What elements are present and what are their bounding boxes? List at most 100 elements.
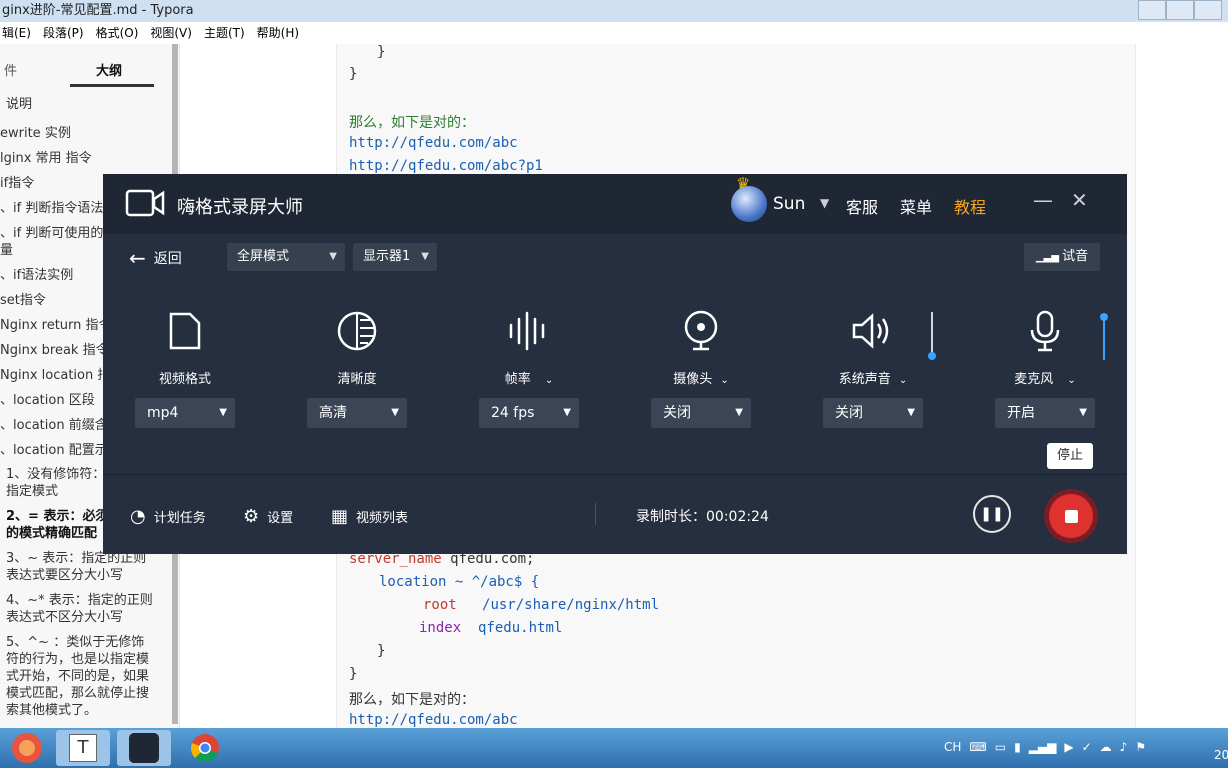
avatar[interactable] bbox=[731, 186, 767, 222]
outline-item[interactable]: 说明 bbox=[6, 96, 156, 113]
outline-item[interactable]: Nginx return 指令 bbox=[0, 314, 112, 333]
system-volume-slider[interactable] bbox=[931, 312, 933, 356]
camera-select[interactable]: 关闭 ▼ bbox=[651, 398, 751, 428]
recorder-title: 嗨格式录屏大师 bbox=[177, 197, 303, 218]
paragraph: 那么，如下是对的： bbox=[349, 692, 475, 708]
clarity-select[interactable]: 高清 ▼ bbox=[307, 398, 407, 428]
video-list-button[interactable]: ▦ 视频列表 bbox=[331, 506, 408, 527]
keyboard-icon[interactable]: ⌨ bbox=[969, 740, 986, 754]
chevron-down-icon[interactable]: ▼ bbox=[820, 196, 829, 210]
outline-item[interactable]: 量 bbox=[0, 239, 13, 258]
username[interactable]: Sun bbox=[773, 194, 805, 214]
tab-files[interactable]: 件 bbox=[4, 60, 17, 79]
shield-icon[interactable]: ✓ bbox=[1082, 740, 1092, 754]
speaker-tray-icon[interactable]: ♪ bbox=[1120, 740, 1128, 754]
system-sound-select[interactable]: 关闭 ▼ bbox=[823, 398, 923, 428]
feature-microphone[interactable]: 麦克风 ⌄ bbox=[990, 308, 1100, 387]
outline-item[interactable]: set指令 bbox=[0, 289, 46, 308]
outline-item[interactable]: 、if 判断可使用的 bbox=[0, 222, 103, 241]
outline-item[interactable]: 5、^~ ：类似于无修饰符的行为，也是以指定模式开始，不同的是，如果模式匹配，那… bbox=[6, 634, 156, 719]
flag-icon[interactable]: ⚑ bbox=[1135, 740, 1146, 754]
tab-outline[interactable]: 大纲 bbox=[96, 60, 122, 79]
code-line: } bbox=[377, 643, 386, 659]
feature-video-format[interactable]: 视频格式 bbox=[130, 308, 240, 387]
feature-camera[interactable]: 摄像头 ⌄ bbox=[646, 308, 756, 387]
code-line: location ~ ^/abc$ { bbox=[379, 574, 540, 590]
outline-item[interactable]: 、if 判断指令语法 bbox=[0, 197, 103, 216]
taskbar-typora[interactable]: T bbox=[56, 730, 110, 766]
outline-item[interactable]: Nginx break 指令 bbox=[0, 339, 109, 358]
taskbar-chrome[interactable] bbox=[178, 730, 232, 766]
menu-help[interactable]: 帮助(H) bbox=[257, 22, 299, 44]
start-orb-icon bbox=[12, 733, 42, 763]
back-button[interactable]: ← 返回 bbox=[129, 246, 182, 270]
active-tab-indicator bbox=[70, 84, 154, 87]
outline-item[interactable]: 、if语法实例 bbox=[0, 264, 73, 283]
framerate-select[interactable]: 24 fps ▼ bbox=[479, 398, 579, 428]
start-button[interactable] bbox=[0, 730, 54, 766]
feature-label: 帧率 ⌄ bbox=[504, 372, 554, 387]
menu-view[interactable]: 视图(V) bbox=[150, 22, 192, 44]
stop-button[interactable] bbox=[1044, 489, 1098, 543]
play-icon[interactable]: ▶ bbox=[1064, 740, 1073, 754]
settings-button[interactable]: ⚙ 设置 bbox=[243, 506, 293, 527]
video-format-select[interactable]: mp4 ▼ bbox=[135, 398, 235, 428]
code-value: qfedu.html bbox=[478, 620, 563, 636]
display-select[interactable]: 显示器1 ▼ bbox=[353, 243, 437, 271]
feature-label: 系统声音 ⌄ bbox=[838, 372, 908, 387]
outline-item[interactable]: if指令 bbox=[0, 172, 34, 191]
input-method[interactable]: CH bbox=[944, 740, 961, 754]
chevron-down-icon: ▼ bbox=[907, 407, 915, 418]
minimize-icon[interactable]: — bbox=[1033, 188, 1053, 212]
chevron-down-icon: ▼ bbox=[329, 251, 337, 262]
network-icon[interactable]: ▮ bbox=[1014, 740, 1021, 754]
mode-value: 全屏模式 bbox=[237, 249, 290, 264]
outline-item[interactable]: 、location 前缀含 bbox=[0, 414, 108, 433]
outline-item[interactable]: 、location 配置示 bbox=[0, 439, 108, 458]
menu-theme[interactable]: 主题(T) bbox=[204, 22, 245, 44]
menu-format[interactable]: 格式(O) bbox=[96, 22, 139, 44]
mode-select[interactable]: 全屏模式 ▼ bbox=[227, 243, 345, 271]
clock[interactable]: 20 bbox=[1214, 748, 1228, 762]
arrow-left-icon: ← bbox=[129, 246, 146, 270]
feature-framerate[interactable]: 帧率 ⌄ bbox=[474, 308, 584, 387]
schedule-button[interactable]: ◔ 计划任务 bbox=[130, 506, 206, 527]
menu-bar: 辑(E) 段落(P) 格式(O) 视图(V) 主题(T) 帮助(H) bbox=[0, 22, 1228, 44]
clarity-icon bbox=[337, 311, 377, 351]
system-volume-handle[interactable] bbox=[928, 352, 936, 360]
screen-recorder-window: 嗨格式录屏大师 ♛ Sun ▼ 客服 菜单 教程 — ✕ ← 返回 全屏模式 ▼… bbox=[103, 174, 1127, 554]
select-value: 24 fps bbox=[491, 405, 535, 421]
menu-link[interactable]: 菜单 bbox=[900, 194, 932, 218]
window-title: ginx进阶-常见配置.md - Typora bbox=[2, 3, 194, 18]
outline-item[interactable]: Nginx location 指 bbox=[0, 364, 110, 383]
tutorial-link[interactable]: 教程 bbox=[954, 194, 986, 218]
service-link[interactable]: 客服 bbox=[846, 194, 878, 218]
close-button[interactable] bbox=[1194, 0, 1222, 20]
select-value: 高清 bbox=[319, 405, 347, 421]
outline-item[interactable]: 3、~ 表示：指定的正则表达式要区分大小写 bbox=[6, 550, 156, 584]
microphone-volume-slider[interactable] bbox=[1103, 316, 1105, 360]
outline-item[interactable]: 、location 区段 bbox=[0, 389, 95, 408]
microphone-select[interactable]: 开启 ▼ bbox=[995, 398, 1095, 428]
feature-clarity[interactable]: 清晰度 bbox=[302, 308, 412, 387]
camera-tray-icon[interactable]: ▭ bbox=[995, 740, 1006, 754]
pause-button[interactable]: ❚❚ bbox=[973, 495, 1011, 533]
feature-system-sound[interactable]: 系统声音 ⌄ bbox=[818, 308, 928, 387]
try-audio-button[interactable]: ▁▃▅ 试音 bbox=[1024, 243, 1100, 271]
menu-paragraph[interactable]: 段落(P) bbox=[43, 22, 84, 44]
minimize-button[interactable] bbox=[1138, 0, 1166, 20]
taskbar-recorder[interactable] bbox=[117, 730, 171, 766]
outline-item[interactable]: 4、~* 表示：指定的正则表达式不区分大小写 bbox=[6, 592, 156, 626]
close-icon[interactable]: ✕ bbox=[1071, 188, 1088, 212]
outline-item[interactable]: lginx 常用 指令 bbox=[0, 147, 92, 166]
camera-logo-icon bbox=[125, 189, 165, 217]
bars-icon: ▁▃▅ bbox=[1035, 252, 1063, 263]
cloud-icon[interactable]: ☁ bbox=[1100, 740, 1112, 754]
microphone-icon bbox=[1030, 310, 1060, 352]
signal-icon[interactable]: ▂▄▆ bbox=[1029, 740, 1057, 754]
microphone-volume-handle[interactable] bbox=[1100, 313, 1108, 321]
outline-item[interactable]: ewrite 实例 bbox=[0, 122, 71, 141]
menu-edit[interactable]: 辑(E) bbox=[2, 22, 31, 44]
pause-icon: ❚❚ bbox=[980, 506, 1004, 522]
maximize-button[interactable] bbox=[1166, 0, 1194, 20]
